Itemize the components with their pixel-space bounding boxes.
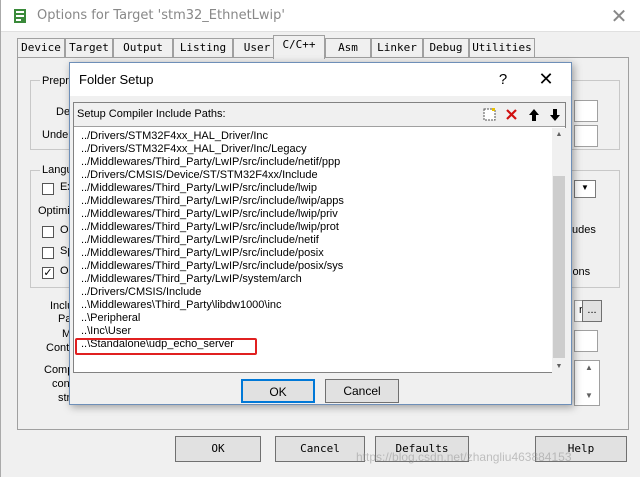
- list-scrollbar[interactable]: ▲ ▼: [552, 128, 566, 373]
- check-icon: ✓: [43, 267, 53, 279]
- one-elf-checkbox[interactable]: ✓: [42, 267, 54, 279]
- highlighted-new-path[interactable]: [75, 338, 257, 355]
- include-paths-box: Setup Compiler Include Paths: ../Drivers…: [73, 102, 566, 373]
- include-path-item[interactable]: ../Middlewares/Third_Party/LwIP/src/incl…: [77, 234, 552, 247]
- scroll-down-icon[interactable]: ▼: [552, 360, 566, 373]
- tab-output[interactable]: Output: [113, 38, 173, 58]
- close-icon[interactable]: ✕: [601, 2, 637, 30]
- tab-device[interactable]: Device: [17, 38, 65, 58]
- undefine-label: Unde: [42, 129, 69, 141]
- tab-linker[interactable]: Linker: [371, 38, 423, 58]
- options-title-bar: Options for Target 'stm32_EthnetLwip' ✕: [1, 0, 640, 32]
- include-path-item[interactable]: ../Middlewares/Third_Party/LwIP/src/incl…: [77, 247, 552, 260]
- folder-setup-dialog: Folder Setup ? ✕ Setup Compiler Include …: [69, 62, 572, 405]
- include-path-item[interactable]: ..\Peripheral: [77, 312, 552, 325]
- help-icon[interactable]: ?: [488, 67, 518, 93]
- optimize-checkbox[interactable]: [42, 226, 54, 238]
- include-path-item[interactable]: ../Middlewares/Third_Party/LwIP/src/incl…: [77, 208, 552, 221]
- folder-setup-title: Folder Setup: [79, 72, 154, 87]
- include-path-item[interactable]: ../Middlewares/Third_Party/LwIP/src/incl…: [77, 182, 552, 195]
- ok-button[interactable]: OK: [175, 436, 261, 462]
- include-path-item[interactable]: ..\Inc\User: [77, 325, 552, 338]
- scroll-up-icon[interactable]: ▲: [552, 128, 566, 141]
- chevron-down-icon: ▼: [581, 183, 589, 192]
- includes-label: udes: [572, 224, 596, 236]
- tab-asm[interactable]: Asm: [325, 38, 371, 58]
- browse-button[interactable]: ...: [582, 300, 602, 322]
- include-path-item[interactable]: ../Drivers/STM32F4xx_HAL_Driver/Inc: [77, 130, 552, 143]
- include-path-item[interactable]: ../Drivers/CMSIS/Device/ST/STM32F4xx/Inc…: [77, 169, 552, 182]
- include-path-item[interactable]: ../Drivers/STM32F4xx_HAL_Driver/Inc/Lega…: [77, 143, 552, 156]
- options-title: Options for Target 'stm32_EthnetLwip': [37, 8, 285, 23]
- misc-controls-field[interactable]: [574, 330, 598, 352]
- include-path-item[interactable]: ../Middlewares/Third_Party/LwIP/src/incl…: [77, 195, 552, 208]
- include-path-item[interactable]: ../Middlewares/Third_Party/LwIP/src/incl…: [77, 260, 552, 273]
- keil-app-icon: [14, 9, 26, 23]
- compiler-control-string[interactable]: ▲ ▼: [574, 360, 600, 406]
- delete-icon[interactable]: [501, 105, 522, 124]
- tab-target[interactable]: Target: [65, 38, 113, 58]
- execute-only-checkbox[interactable]: [42, 183, 54, 195]
- tab-debug[interactable]: Debug: [423, 38, 469, 58]
- include-paths-header-label: Setup Compiler Include Paths:: [77, 108, 226, 120]
- scroll-down-icon[interactable]: ▼: [585, 391, 593, 400]
- language-dropdown[interactable]: ▼: [574, 180, 596, 198]
- cancel-button[interactable]: Cancel: [275, 436, 365, 462]
- folder-setup-title-bar: Folder Setup ? ✕: [70, 63, 571, 96]
- include-path-item[interactable]: ../Middlewares/Third_Party/LwIP/src/incl…: [77, 221, 552, 234]
- include-path-item[interactable]: ../Middlewares/Third_Party/LwIP/src/incl…: [77, 156, 552, 169]
- scroll-up-icon[interactable]: ▲: [585, 363, 593, 372]
- include-path-item[interactable]: ../Middlewares/Third_Party/LwIP/system/a…: [77, 273, 552, 286]
- tab-c-c-[interactable]: C/C++: [273, 35, 325, 59]
- ok-button[interactable]: OK: [241, 379, 315, 403]
- control-string-label: con: [52, 378, 70, 390]
- scrollbar-thumb[interactable]: [553, 176, 565, 358]
- include-paths-header: Setup Compiler Include Paths:: [74, 103, 565, 127]
- include-paths-list[interactable]: ../Drivers/STM32F4xx_HAL_Driver/Inc ../Dr…: [77, 130, 552, 372]
- move-down-icon[interactable]: [544, 105, 565, 124]
- define-field[interactable]: [574, 100, 598, 122]
- cancel-button[interactable]: Cancel: [325, 379, 399, 403]
- functions-label: ions: [570, 266, 591, 278]
- watermark: https://blog.csdn.net/zhangliu463884153: [356, 450, 572, 464]
- include-path-item[interactable]: ..\Middlewares\Third_Party\libdw1000\inc: [77, 299, 552, 312]
- tab-utilities[interactable]: Utilities: [469, 38, 535, 58]
- close-icon[interactable]: ✕: [530, 67, 562, 93]
- undefine-field[interactable]: [574, 125, 598, 147]
- tab-listing[interactable]: Listing: [173, 38, 233, 58]
- define-label: De: [56, 106, 71, 118]
- move-up-icon[interactable]: [523, 105, 544, 124]
- include-path-item[interactable]: ../Drivers/CMSIS/Include: [77, 286, 552, 299]
- split-checkbox[interactable]: [42, 247, 54, 259]
- new-folder-icon[interactable]: [479, 105, 500, 124]
